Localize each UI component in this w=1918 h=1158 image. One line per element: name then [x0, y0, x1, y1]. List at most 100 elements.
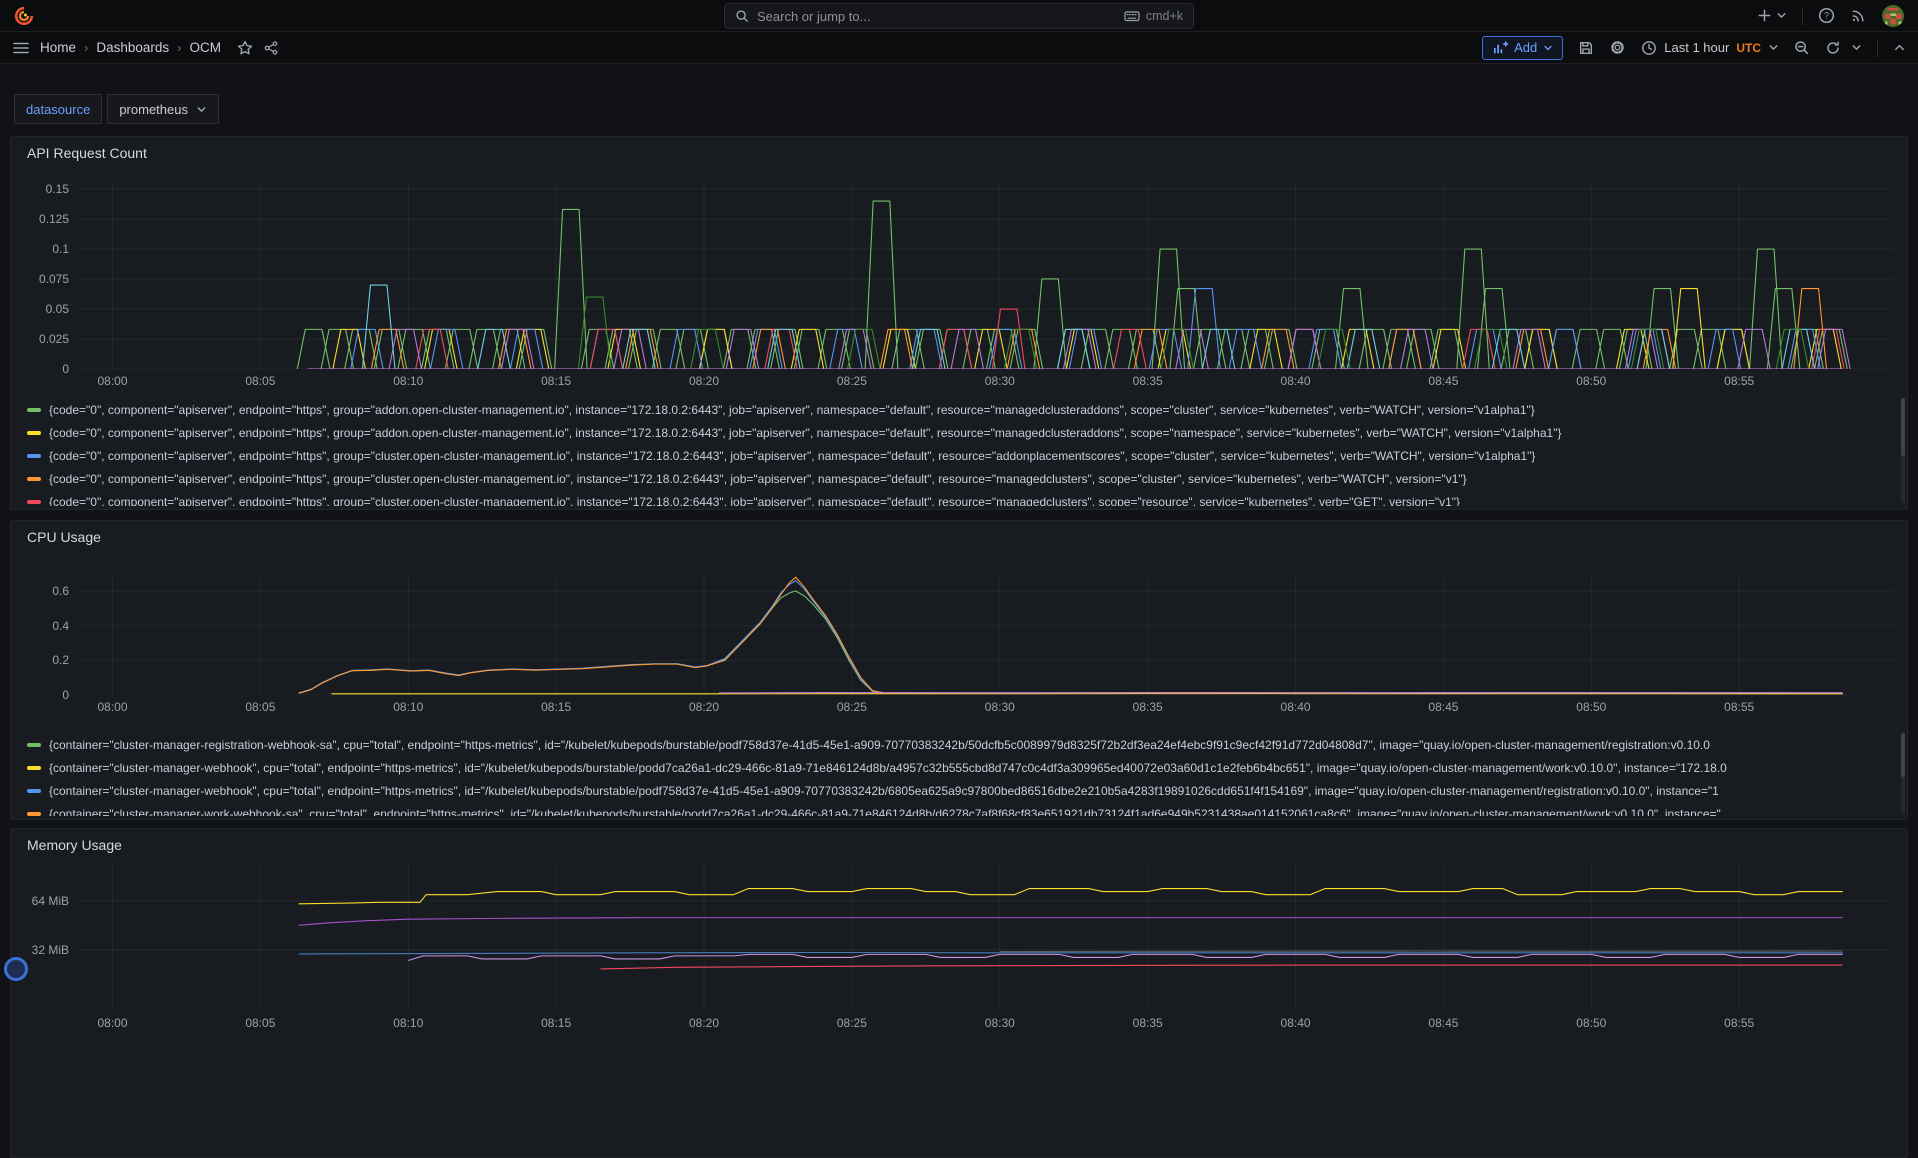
x-axis-label: 08:40 [1281, 1016, 1311, 1030]
plus-icon [1757, 8, 1772, 23]
legend-scrollbar[interactable] [1901, 733, 1905, 813]
chart-canvas[interactable] [77, 573, 1893, 695]
refresh-interval-chevron-icon[interactable] [1851, 42, 1862, 53]
x-axis-label: 08:00 [97, 700, 127, 714]
refresh-button[interactable] [1825, 40, 1862, 56]
share-dashboard-button[interactable] [263, 40, 279, 56]
x-axis-label: 08:05 [245, 700, 275, 714]
x-axis-label: 08:10 [393, 700, 423, 714]
breadcrumb-dashboards[interactable]: Dashboards [96, 40, 169, 55]
legend-scrollbar[interactable] [1901, 398, 1905, 503]
x-axis-label: 08:15 [541, 374, 571, 388]
legend-item-label: {container="cluster-manager-work-webhook… [49, 807, 1721, 816]
legend-item[interactable]: {code="0", component="apiserver", endpoi… [27, 421, 1895, 444]
legend-item[interactable]: {code="0", component="apiserver", endpoi… [27, 398, 1895, 421]
chart-legend: {code="0", component="apiserver", endpoi… [27, 398, 1895, 506]
legend-item-label: {container="cluster-manager-webhook", cp… [49, 761, 1727, 775]
breadcrumb-home[interactable]: Home [40, 40, 76, 55]
svg-text:?: ? [1824, 11, 1829, 21]
zoom-out-time-button[interactable] [1794, 40, 1810, 56]
x-axis-label: 08:45 [1428, 1016, 1458, 1030]
x-axis-label: 08:25 [837, 374, 867, 388]
x-axis-label: 08:30 [985, 374, 1015, 388]
x-axis-label: 08:45 [1428, 700, 1458, 714]
y-axis-label: 64 MiB [17, 894, 69, 908]
y-axis-label: 0.15 [17, 182, 69, 196]
kiosk-mode-button[interactable] [1893, 41, 1906, 54]
chart-canvas[interactable] [77, 183, 1893, 369]
user-avatar[interactable] [1882, 5, 1904, 27]
x-axis-label: 08:40 [1281, 374, 1311, 388]
x-axis-label: 08:20 [689, 700, 719, 714]
y-axis-label: 0 [17, 688, 69, 702]
y-axis-label: 0.4 [17, 619, 69, 633]
new-button[interactable] [1757, 8, 1787, 23]
x-axis-label: 08:50 [1576, 1016, 1606, 1030]
legend-swatch [27, 408, 41, 412]
legend-item[interactable]: {code="0", component="apiserver", endpoi… [27, 444, 1895, 467]
y-axis-label: 0.1 [17, 242, 69, 256]
legend-item[interactable]: {code="0", component="apiserver", endpoi… [27, 468, 1895, 491]
y-axis-label: 0.025 [17, 332, 69, 346]
x-axis-label: 08:25 [837, 700, 867, 714]
news-icon[interactable] [1850, 7, 1867, 24]
legend-item[interactable]: {container="cluster-manager-webhook", cp… [27, 779, 1895, 802]
chevron-down-icon [1543, 43, 1553, 53]
legend-swatch [27, 812, 41, 816]
divider [1877, 39, 1878, 57]
legend-item[interactable]: {container="cluster-manager-webhook", cp… [27, 756, 1895, 779]
mega-menu-button[interactable] [12, 40, 30, 56]
add-panel-button[interactable]: Add [1482, 36, 1563, 60]
clock-icon [1641, 40, 1657, 56]
legend-item-label: {container="cluster-manager-webhook", cp… [49, 784, 1719, 798]
x-axis-label: 08:30 [985, 1016, 1015, 1030]
legend-item[interactable]: {container="cluster-manager-work-webhook… [27, 803, 1895, 816]
legend-item-label: {code="0", component="apiserver", endpoi… [49, 426, 1561, 440]
dashboard-toolbar: Home › Dashboards › OCM Add [0, 32, 1918, 64]
chart-canvas[interactable] [77, 861, 1893, 1011]
chevron-down-icon [1776, 10, 1787, 21]
search-icon [735, 9, 749, 23]
cpu-usage-chart: 00.20.40.608:0008:0508:1008:1508:2008:25… [11, 521, 1907, 819]
chevron-down-icon [1768, 42, 1779, 53]
legend-swatch [27, 477, 41, 481]
search-placeholder: Search or jump to... [757, 9, 870, 24]
x-axis-label: 08:20 [689, 1016, 719, 1030]
legend-swatch [27, 766, 41, 770]
legend-swatch [27, 431, 41, 435]
panel-cpu-usage: CPU Usage 00.20.40.608:0008:0508:1008:15… [10, 520, 1908, 820]
help-button[interactable]: ? [1818, 7, 1835, 24]
panel-memory-usage: Memory Usage 64 MiB32 MiB08:0008:0508:10… [10, 828, 1908, 1158]
chevron-down-icon [196, 104, 207, 115]
legend-item[interactable]: {container="cluster-manager-registration… [27, 733, 1895, 756]
time-range-label: Last 1 hour [1664, 40, 1729, 55]
search-input[interactable]: Search or jump to... cmd+k [724, 3, 1194, 29]
x-axis-label: 08:45 [1428, 374, 1458, 388]
x-axis-label: 08:10 [393, 374, 423, 388]
dashboard-settings-button[interactable] [1609, 39, 1626, 56]
breadcrumb-separator: › [177, 40, 181, 55]
legend-item-label: {container="cluster-manager-registration… [49, 738, 1710, 752]
top-nav-actions: ? [1757, 5, 1904, 27]
star-dashboard-button[interactable] [237, 40, 253, 56]
toolbar-actions: Add Last 1 hour UTC [1482, 36, 1906, 60]
x-axis-label: 08:20 [689, 374, 719, 388]
legend-item-label: {code="0", component="apiserver", endpoi… [49, 495, 1460, 506]
legend-swatch [27, 454, 41, 458]
y-axis-label: 0.2 [17, 653, 69, 667]
x-axis-label: 08:50 [1576, 374, 1606, 388]
grafana-logo[interactable] [14, 6, 34, 26]
template-variables-row: datasource prometheus [14, 94, 1918, 124]
breadcrumb-current[interactable]: OCM [190, 40, 222, 55]
time-range-picker[interactable]: Last 1 hour UTC [1641, 40, 1779, 56]
divider [1802, 7, 1803, 25]
save-dashboard-button[interactable] [1578, 40, 1594, 56]
variable-datasource-value[interactable]: prometheus [107, 94, 219, 124]
legend-item[interactable]: {code="0", component="apiserver", endpoi… [27, 491, 1895, 506]
x-axis-label: 08:55 [1724, 700, 1754, 714]
y-axis-label: 32 MiB [17, 943, 69, 957]
x-axis-label: 08:40 [1281, 700, 1311, 714]
variable-datasource-label[interactable]: datasource [14, 94, 102, 124]
floating-help-button[interactable] [4, 957, 28, 981]
legend-item-label: {code="0", component="apiserver", endpoi… [49, 449, 1535, 463]
